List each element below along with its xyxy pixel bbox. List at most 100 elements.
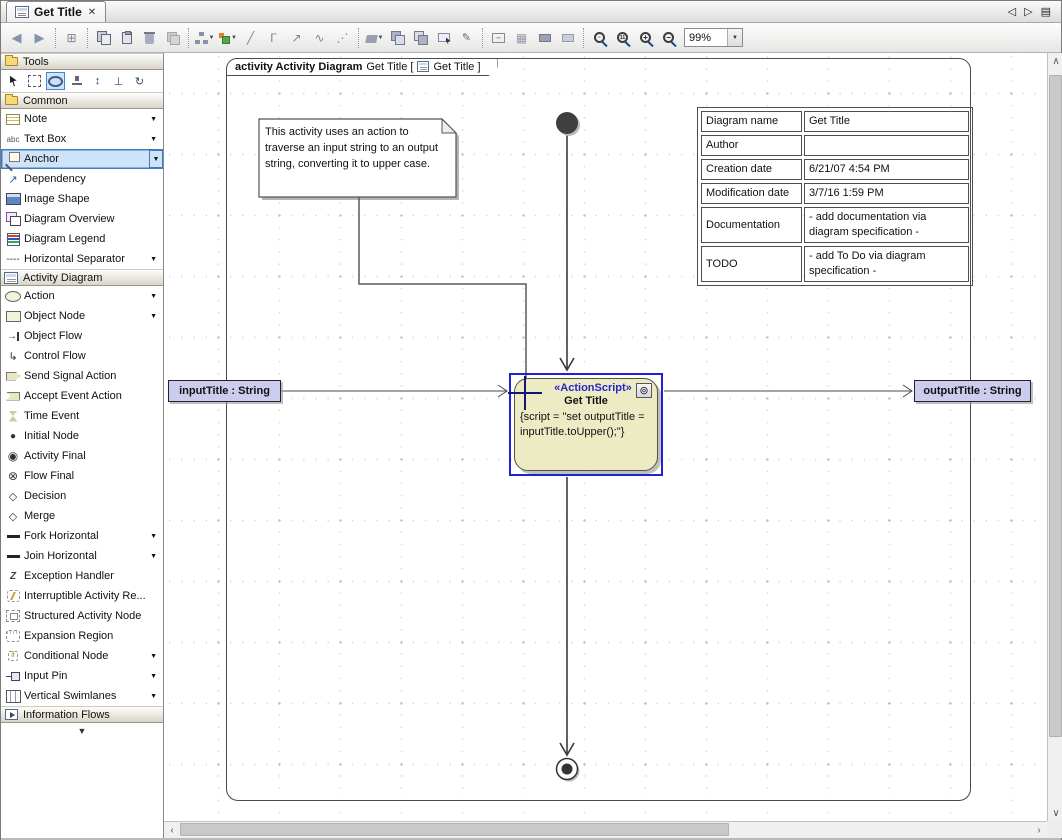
back-button[interactable]: ◀ — [5, 26, 28, 49]
script-badge-button[interactable]: ⊚ — [636, 383, 652, 398]
palette-item-conditional-node[interactable]: Conditional Node▼ — [1, 646, 163, 666]
zoom-out-button[interactable] — [657, 26, 680, 49]
chevron-down-icon[interactable]: ▼ — [150, 653, 163, 660]
edit-compartment-button[interactable] — [455, 26, 478, 49]
palette-section-activity-diagram[interactable]: Activity Diagram — [1, 269, 163, 286]
palette-item-dependency[interactable]: Dependency — [1, 169, 163, 189]
note-text[interactable]: This activity uses an action to traverse… — [265, 124, 449, 172]
layout-diagram-button[interactable]: ▼ — [193, 26, 216, 49]
chevron-down-icon[interactable]: ▼ — [150, 256, 163, 263]
tab-list-button[interactable]: ▤ — [1041, 5, 1051, 18]
palette-item-control-flow[interactable]: Control Flow — [1, 346, 163, 366]
frame-title[interactable]: activity Activity Diagram Get Title [ Ge… — [226, 58, 498, 76]
autosize-button[interactable] — [487, 26, 510, 49]
palette-item-decision[interactable]: Decision — [1, 486, 163, 506]
palette-item-activity-final[interactable]: Activity Final — [1, 446, 163, 466]
link-tool-button[interactable] — [46, 72, 65, 90]
palette-item-initial-node[interactable]: Initial Node — [1, 426, 163, 446]
chevron-down-icon[interactable]: ▼ — [150, 553, 163, 560]
diagram-canvas[interactable]: activity Activity Diagram Get Title [ Ge… — [164, 53, 1047, 821]
horizontal-scrollbar[interactable]: ‹ › — [164, 821, 1047, 838]
marquee-select-tool-button[interactable] — [25, 72, 44, 90]
zoom-level-combobox[interactable]: 99% ▼ — [684, 28, 743, 47]
scroll-up-button[interactable]: ∧ — [1048, 53, 1062, 69]
chevron-down-icon[interactable]: ▼ — [149, 150, 163, 168]
palette-item-text-box[interactable]: Text Box▼ — [1, 129, 163, 149]
palette-item-action[interactable]: Action▼ — [1, 286, 163, 306]
chevron-down-icon[interactable]: ▼ — [150, 116, 163, 123]
copy-special-button[interactable] — [161, 26, 184, 49]
chevron-down-icon[interactable]: ▼ — [727, 29, 742, 46]
horizontal-scrollbar-thumb[interactable] — [180, 823, 729, 836]
next-tab-button[interactable]: ▷ — [1024, 5, 1032, 18]
palette-item-merge[interactable]: Merge — [1, 506, 163, 526]
palette-item-flow-final[interactable]: Flow Final — [1, 466, 163, 486]
vertical-scrollbar[interactable]: ∧ ∨ — [1047, 53, 1062, 821]
align-tool-button[interactable]: ⊥ — [109, 72, 128, 90]
palette-item-accept-event-action[interactable]: Accept Event Action — [1, 386, 163, 406]
palette-item-diagram-overview[interactable]: Diagram Overview — [1, 209, 163, 229]
palette-item-interruptible-activity-region[interactable]: Interruptible Activity Re... — [1, 586, 163, 606]
diagram-info-table[interactable]: Diagram name Get Title Author Creation d… — [697, 107, 973, 286]
chevron-down-icon[interactable]: ▼ — [150, 293, 163, 300]
zoom-region-button[interactable] — [588, 26, 611, 49]
chevron-down-icon[interactable]: ▼ — [150, 673, 163, 680]
palette-item-object-node[interactable]: Object Node▼ — [1, 306, 163, 326]
prev-tab-button[interactable]: ◁ — [1008, 5, 1016, 18]
action-node-selected[interactable]: «ActionScript» Get Title {script = "set … — [509, 373, 663, 476]
palette-scroll-more-button[interactable]: ▼ — [1, 723, 163, 739]
chevron-down-icon[interactable]: ▼ — [150, 533, 163, 540]
chevron-down-icon[interactable]: ▼ — [378, 35, 384, 41]
palette-item-diagram-legend[interactable]: Diagram Legend — [1, 229, 163, 249]
chevron-down-icon[interactable]: ▼ — [150, 693, 163, 700]
select-in-diagram-button[interactable] — [432, 26, 455, 49]
close-icon[interactable]: ✕ — [87, 7, 97, 18]
palette-item-exception-handler[interactable]: Exception Handler — [1, 566, 163, 586]
fill-color-button[interactable]: ▼ — [363, 26, 386, 49]
palette-item-fork-horizontal[interactable]: Fork Horizontal▼ — [1, 526, 163, 546]
copy-button[interactable] — [92, 26, 115, 49]
palette-item-horizontal-separator[interactable]: Horizontal Separator▼ — [1, 249, 163, 269]
line-style-curve-button[interactable]: ∿ — [308, 26, 331, 49]
palette-item-vertical-swimlanes[interactable]: Vertical Swimlanes▼ — [1, 686, 163, 706]
send-to-back-button[interactable] — [409, 26, 432, 49]
distribute-tool-button[interactable]: ↕ — [88, 72, 107, 90]
line-style-oblique-button[interactable]: ↗ — [285, 26, 308, 49]
palette-item-note[interactable]: Note▼ — [1, 109, 163, 129]
palette-item-time-event[interactable]: Time Event — [1, 406, 163, 426]
palette-item-send-signal-action[interactable]: Send Signal Action — [1, 366, 163, 386]
palette-item-join-horizontal[interactable]: Join Horizontal▼ — [1, 546, 163, 566]
delete-button[interactable] — [138, 26, 161, 49]
chevron-down-icon[interactable]: ▼ — [150, 136, 163, 143]
line-style-dashed-button[interactable]: ⋰ — [331, 26, 354, 49]
tab-get-title[interactable]: Get Title ✕ — [6, 1, 106, 22]
stamp-tool-button[interactable] — [67, 72, 86, 90]
chevron-down-icon[interactable]: ▼ — [231, 35, 237, 41]
line-style-straight-button[interactable]: ╱ — [239, 26, 262, 49]
select-tool-button[interactable] — [4, 72, 23, 90]
chevron-down-icon[interactable]: ▼ — [150, 313, 163, 320]
make-same-height-button[interactable] — [556, 26, 579, 49]
palette-item-structured-activity-node[interactable]: Structured Activity Node — [1, 606, 163, 626]
palette-item-expansion-region[interactable]: Expansion Region — [1, 626, 163, 646]
palette-section-common[interactable]: Common — [1, 92, 163, 109]
chevron-down-icon[interactable]: ▼ — [209, 35, 215, 41]
palette-item-image-shape[interactable]: Image Shape — [1, 189, 163, 209]
scroll-down-button[interactable]: ∨ — [1048, 805, 1062, 821]
paste-button[interactable] — [115, 26, 138, 49]
palette-section-information-flows[interactable]: Information Flows — [1, 706, 163, 723]
scroll-left-button[interactable]: ‹ — [164, 822, 180, 838]
zoom-in-button[interactable] — [634, 26, 657, 49]
grid-options-button[interactable] — [510, 26, 533, 49]
vertical-scrollbar-thumb[interactable] — [1049, 75, 1062, 737]
palette-item-input-pin[interactable]: Input Pin▼ — [1, 666, 163, 686]
line-style-rectilinear-button[interactable]: Γ — [262, 26, 285, 49]
forward-button[interactable]: ▶ — [28, 26, 51, 49]
bring-to-front-button[interactable] — [386, 26, 409, 49]
palette-item-object-flow[interactable]: Object Flow — [1, 326, 163, 346]
make-same-size-button[interactable] — [533, 26, 556, 49]
zoom-level-value[interactable]: 99% — [685, 32, 727, 44]
scroll-right-button[interactable]: › — [1031, 822, 1047, 838]
palette-section-tools[interactable]: Tools — [1, 53, 163, 70]
zoom-1-1-button[interactable] — [611, 26, 634, 49]
